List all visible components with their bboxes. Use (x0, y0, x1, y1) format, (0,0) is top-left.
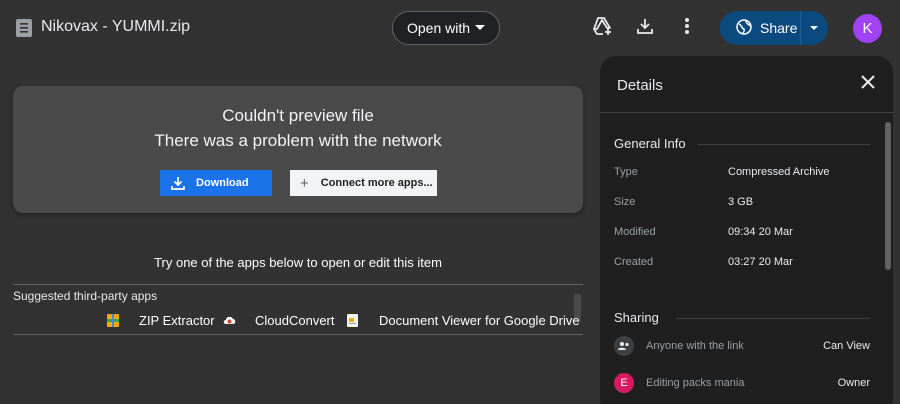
download-button-top[interactable] (631, 14, 659, 42)
connect-label: Connect more apps... (320, 177, 433, 189)
share-button[interactable]: Share (720, 11, 828, 45)
info-value-size: 3 GB (728, 196, 754, 208)
more-options-button[interactable] (673, 14, 701, 42)
open-with-button[interactable]: Open with (392, 11, 500, 45)
download-icon (170, 175, 186, 191)
owner-avatar: E (614, 373, 634, 393)
add-to-drive-icon (592, 16, 614, 41)
account-avatar[interactable]: K (853, 14, 882, 43)
open-with-label: Open with (407, 20, 471, 36)
cloudconvert-icon (223, 314, 236, 327)
info-key-size: Size (614, 196, 636, 208)
sharing-role-link[interactable]: Can View (823, 340, 870, 352)
sharing-title: Sharing (614, 310, 659, 325)
info-key-modified: Modified (614, 226, 656, 238)
file-title: Nikovax - YUMMI.zip (41, 18, 191, 35)
divider (13, 284, 583, 285)
share-options-dropdown[interactable] (800, 11, 828, 45)
divider (698, 144, 870, 145)
app-cloudconvert[interactable]: CloudConvert (223, 313, 335, 328)
sharing-name-link: Anyone with the link (646, 340, 744, 352)
divider (13, 334, 583, 335)
details-scrollbar[interactable] (885, 122, 891, 270)
globe-icon (736, 18, 752, 38)
try-apps-text: Try one of the apps below to open or edi… (154, 255, 442, 270)
close-details-button[interactable] (858, 72, 878, 92)
divider (600, 112, 893, 113)
sharing-role-owner: Owner (837, 377, 870, 389)
document-viewer-icon (347, 314, 359, 327)
details-title: Details (617, 77, 663, 94)
info-key-created: Created (614, 256, 654, 268)
details-panel: Details General Info Type Compressed Arc… (600, 56, 893, 404)
info-value-modified: 09:34 20 Mar (728, 226, 793, 238)
plus-icon: + (300, 174, 309, 192)
info-value-type: Compressed Archive (728, 166, 830, 178)
link-people-icon (614, 336, 634, 356)
app-document-viewer[interactable]: Document Viewer for Google Drive (347, 313, 580, 328)
info-key-type: Type (614, 166, 638, 178)
error-message: There was a problem with the network (154, 131, 442, 150)
more-vert-icon (684, 17, 690, 40)
add-shortcut-to-drive-button[interactable] (589, 14, 617, 42)
chevron-down-icon (810, 26, 818, 30)
share-label: Share (760, 20, 798, 36)
preview-error-card: Couldn't preview file There was a proble… (13, 86, 583, 213)
download-button[interactable]: Download (160, 170, 272, 196)
connect-more-apps-button[interactable]: + Connect more apps... (290, 170, 437, 196)
app-name: CloudConvert (255, 313, 335, 328)
error-title: Couldn't preview file (222, 106, 374, 125)
suggested-apps-label: Suggested third-party apps (13, 289, 158, 303)
download-icon (636, 17, 654, 40)
close-icon (858, 75, 878, 96)
zip-file-icon (16, 19, 32, 37)
sharing-name-owner: Editing packs mania (646, 377, 745, 389)
chevron-down-icon (475, 25, 485, 30)
zip-extractor-icon (107, 314, 119, 327)
info-value-created: 03:27 20 Mar (728, 256, 793, 268)
download-label: Download (196, 177, 249, 189)
app-name: Document Viewer for Google Drive (379, 313, 580, 328)
general-info-title: General Info (614, 136, 686, 151)
app-zip-extractor[interactable]: ZIP Extractor (107, 313, 215, 328)
divider (676, 318, 870, 319)
app-name: ZIP Extractor (139, 313, 215, 328)
